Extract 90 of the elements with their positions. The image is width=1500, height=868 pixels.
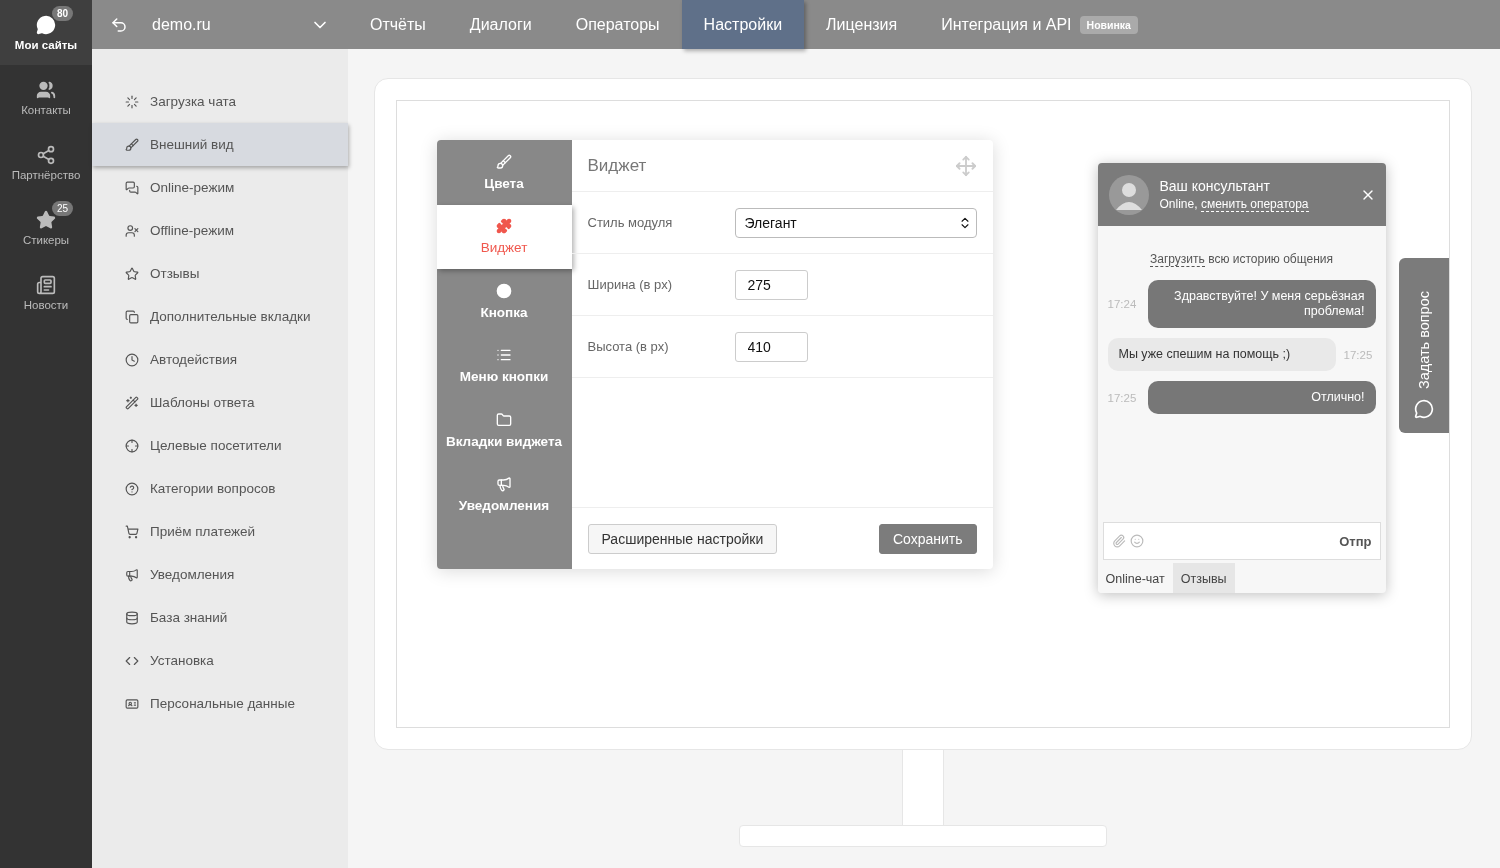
load-history-link[interactable]: Загрузить — [1150, 252, 1205, 267]
brush-icon — [125, 137, 139, 152]
people-icon — [36, 79, 56, 100]
count-badge: 25 — [52, 201, 74, 216]
sidebar-item[interactable]: Offline-режим — [92, 209, 348, 252]
wand-icon — [125, 395, 139, 410]
id-card-icon — [125, 696, 139, 711]
sidebar-item[interactable]: Уведомления — [92, 553, 348, 596]
rail-item[interactable]: Новости — [0, 260, 92, 325]
chat-tab[interactable]: Отзывы — [1172, 563, 1235, 593]
change-operator-link[interactable]: сменить оператора — [1200, 197, 1309, 212]
rail-item[interactable]: Мои сайты 80 — [0, 0, 92, 65]
star-icon — [36, 209, 56, 230]
count-badge: 80 — [52, 6, 74, 21]
sidebar-item[interactable]: Приём платежей — [92, 510, 348, 553]
move-icon[interactable] — [954, 154, 977, 177]
user-x-icon — [125, 223, 139, 238]
message-time: 17:25 — [1107, 391, 1138, 404]
field-label: Высота (в px) — [587, 339, 670, 354]
message-time: 17:25 — [1343, 348, 1374, 361]
history-text: всю историю общения — [1208, 252, 1333, 266]
circle-icon — [496, 282, 512, 299]
send-text[interactable]: Отпр — [1339, 533, 1372, 549]
ask-question-tab[interactable]: Задать вопрос — [1398, 258, 1449, 433]
clock-icon — [125, 352, 139, 367]
field-label: Стиль модуля — [587, 215, 674, 230]
editor-tab[interactable]: Уведомления — [436, 462, 572, 527]
style-select[interactable]: Элегант — [734, 207, 977, 238]
new-badge: Новинка — [1079, 15, 1138, 34]
brush-icon — [496, 153, 512, 170]
nav-tab[interactable]: Настройки — [681, 0, 805, 49]
message-bubble: Отлично! — [1147, 381, 1376, 414]
sidebar-item[interactable]: Отзывы — [92, 252, 348, 295]
share-icon — [36, 144, 56, 165]
nav-tab[interactable]: Лицензия — [804, 0, 920, 49]
cart-icon — [125, 524, 139, 539]
site-select[interactable]: demo.ru — [92, 0, 348, 49]
nav-tab[interactable]: Операторы — [553, 0, 682, 49]
sidebar-item[interactable]: Автодействия — [92, 338, 348, 381]
input-field[interactable]: 410 — [734, 331, 808, 362]
smiley-icon[interactable] — [1129, 534, 1144, 548]
sidebar-item[interactable]: Шаблоны ответа — [92, 381, 348, 424]
chat-tab[interactable]: Online-чат — [1097, 563, 1173, 593]
sidebar-item[interactable]: Дополнительные вкладки — [92, 295, 348, 338]
advanced-settings-button[interactable]: Расширенные настройки — [587, 523, 778, 554]
sidebar-item[interactable]: Online-режим — [92, 166, 348, 209]
message-input[interactable]: Отпр — [1102, 522, 1381, 560]
nav-tab[interactable]: Отчёты — [348, 0, 448, 49]
rail-item[interactable]: Стикеры 25 — [0, 195, 92, 260]
message-bubble: Здравствуйте! У меня серьёзная проблема! — [1147, 280, 1376, 328]
site-name: demo.ru — [152, 15, 212, 34]
sidebar-item[interactable]: Персональные данные — [92, 682, 348, 725]
status-text: Online, — [1159, 197, 1198, 211]
editor-tab[interactable]: Виджет — [436, 204, 572, 269]
paperclip-icon[interactable] — [1111, 534, 1126, 548]
panel-title: Виджет — [587, 155, 647, 176]
nav-tab[interactable]: Интеграция и API Новинка — [919, 0, 1160, 49]
puzzle-icon — [496, 218, 512, 235]
editor-tab[interactable]: Цвета — [436, 140, 572, 205]
megaphone-icon — [125, 567, 139, 582]
nav-tab[interactable]: Диалоги — [447, 0, 554, 49]
megaphone-icon — [496, 476, 512, 493]
sidebar-item[interactable]: Целевые посетители — [92, 424, 348, 467]
rail-item[interactable]: Партнёрство — [0, 130, 92, 195]
newspaper-icon — [36, 274, 56, 295]
message-bubble: Мы уже спешим на помощь ;) — [1107, 338, 1336, 371]
avatar-icon — [1107, 173, 1150, 216]
sidebar-item[interactable]: Загрузка чата — [92, 80, 348, 123]
message-time: 17:24 — [1107, 298, 1138, 310]
back-arrow-icon — [110, 15, 128, 34]
chat-bubble-icon — [1413, 399, 1434, 419]
sidebar-item[interactable]: Установка — [92, 639, 348, 682]
save-button[interactable]: Сохранить — [878, 523, 977, 554]
database-icon — [125, 610, 139, 625]
chat-title: Ваш консультант — [1159, 178, 1271, 194]
help-icon — [125, 481, 139, 496]
input-field[interactable]: 275 — [734, 269, 808, 300]
editor-tab[interactable]: Меню кнопки — [436, 333, 572, 398]
editor-tab[interactable]: Кнопка — [436, 269, 572, 334]
loader-icon — [125, 94, 139, 109]
sidebar-item[interactable]: Категории вопросов — [92, 467, 348, 510]
field-label: Ширина (в px) — [587, 277, 674, 292]
sidebar-item[interactable]: База знаний — [92, 596, 348, 639]
star-icon — [125, 266, 139, 281]
folder-icon — [496, 411, 512, 428]
sidebar-item[interactable]: Внешний вид — [92, 123, 348, 166]
crosshair-icon — [125, 438, 139, 453]
editor-tab[interactable]: Вкладки виджета — [436, 398, 572, 463]
rail-item[interactable]: Контакты — [0, 65, 92, 130]
copy-icon — [125, 309, 139, 324]
